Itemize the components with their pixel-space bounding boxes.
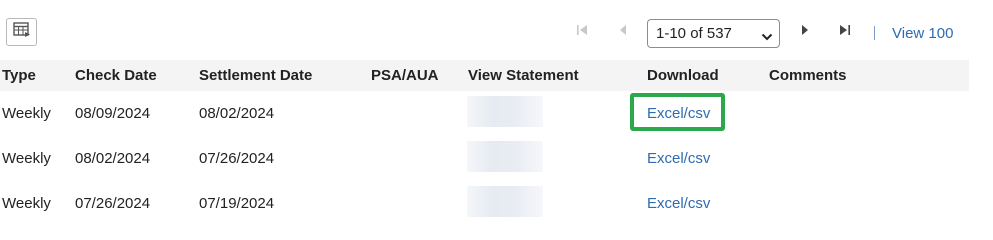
- next-page-button[interactable]: [799, 22, 811, 42]
- cell-check-date: 07/26/2024: [75, 195, 151, 212]
- download-highlight-box: [630, 93, 725, 131]
- last-page-button[interactable]: [838, 22, 852, 42]
- cell-type: Weekly: [2, 105, 51, 122]
- chevron-down-icon: [761, 29, 773, 46]
- cell-check-date: 08/02/2024: [75, 150, 151, 167]
- view-statement-link-redacted[interactable]: [467, 96, 543, 127]
- next-page-icon: [800, 23, 810, 42]
- column-header-check-date[interactable]: Check Date: [75, 67, 157, 84]
- first-page-icon: [576, 23, 588, 42]
- grid-settings-button[interactable]: [6, 18, 37, 46]
- cell-settlement-date: 07/26/2024: [199, 150, 275, 167]
- first-page-button[interactable]: [575, 22, 589, 42]
- last-page-icon: [839, 23, 851, 42]
- column-header-view-statement[interactable]: View Statement: [468, 67, 579, 84]
- statements-grid: 1-10 of 537 View 100 Type Check Date Set…: [0, 0, 993, 226]
- pager-separator: [874, 26, 875, 40]
- table-settings-icon: [12, 21, 31, 43]
- cell-type: Weekly: [2, 195, 51, 212]
- cell-settlement-date: 08/02/2024: [199, 105, 275, 122]
- column-header-download[interactable]: Download: [647, 67, 719, 84]
- cell-type: Weekly: [2, 150, 51, 167]
- column-header-type[interactable]: Type: [2, 67, 36, 84]
- previous-page-icon: [618, 23, 628, 42]
- column-header-psa-aua[interactable]: PSA/AUA: [371, 67, 439, 84]
- page-range-select[interactable]: 1-10 of 537: [647, 19, 780, 48]
- download-excel-link[interactable]: Excel/csv: [647, 150, 710, 167]
- download-excel-link[interactable]: Excel/csv: [647, 195, 710, 212]
- page-range-label: 1-10 of 537: [656, 25, 732, 42]
- cell-settlement-date: 07/19/2024: [199, 195, 275, 212]
- column-header-settlement-date[interactable]: Settlement Date: [199, 67, 312, 84]
- previous-page-button[interactable]: [617, 22, 629, 42]
- view-statement-link-redacted[interactable]: [467, 186, 543, 217]
- view-statement-link-redacted[interactable]: [467, 141, 543, 172]
- column-header-comments[interactable]: Comments: [769, 67, 847, 84]
- view-100-link[interactable]: View 100: [892, 25, 953, 42]
- cell-check-date: 08/09/2024: [75, 105, 151, 122]
